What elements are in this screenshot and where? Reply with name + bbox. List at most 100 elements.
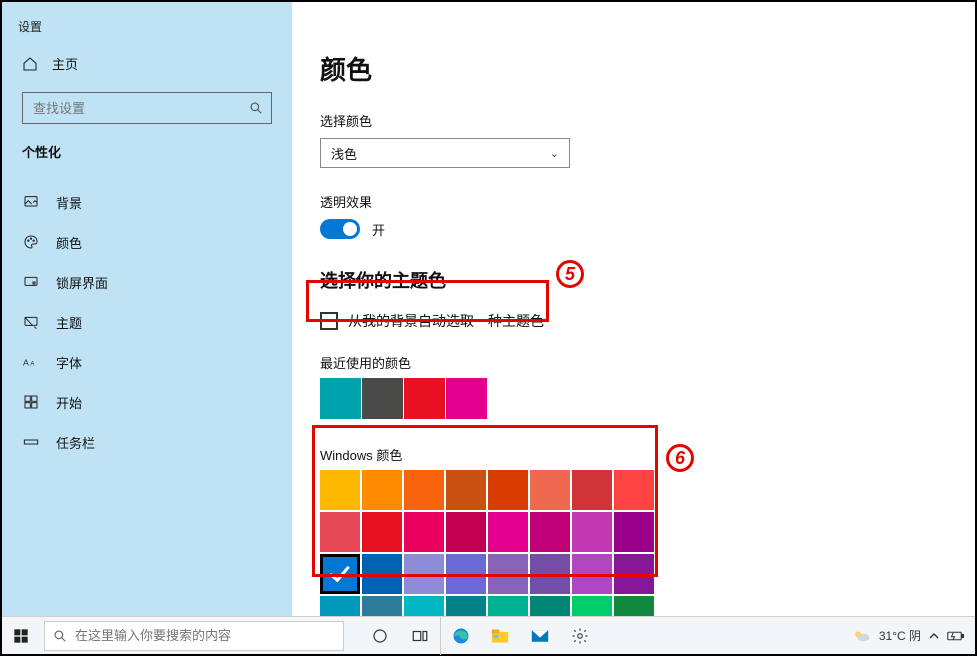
- taskbar-apps: [360, 617, 600, 655]
- accent-heading: 选择你的主题色: [320, 267, 947, 293]
- windows-color-swatch[interactable]: [530, 512, 570, 552]
- sidebar-item-font[interactable]: AA 字体: [2, 342, 292, 382]
- sidebar-item-label: 锁屏界面: [56, 273, 108, 292]
- recent-color-swatch[interactable]: [362, 378, 403, 419]
- windows-color-swatch[interactable]: [530, 470, 570, 510]
- windows-color-swatch[interactable]: [404, 596, 444, 618]
- recent-color-swatch[interactable]: [404, 378, 445, 419]
- windows-color-swatch[interactable]: [320, 596, 360, 618]
- battery-icon[interactable]: [947, 630, 965, 642]
- sidebar-item-lockscreen[interactable]: 锁屏界面: [2, 262, 292, 302]
- system-tray: 31°C 阴: [853, 627, 975, 644]
- start-icon: [22, 393, 40, 411]
- windows-color-swatch[interactable]: [404, 554, 444, 594]
- windows-color-swatch[interactable]: [572, 554, 612, 594]
- windows-color-swatch[interactable]: [320, 554, 360, 594]
- windows-color-swatch[interactable]: [572, 596, 612, 618]
- nav-home[interactable]: 主页: [22, 54, 78, 73]
- recent-colors-row: [320, 378, 947, 419]
- windows-color-swatch[interactable]: [572, 470, 612, 510]
- sidebar-item-background[interactable]: 背景: [2, 182, 292, 222]
- windows-color-swatch[interactable]: [530, 554, 570, 594]
- edge-icon[interactable]: [440, 617, 480, 655]
- windows-color-swatch[interactable]: [572, 512, 612, 552]
- windows-color-swatch[interactable]: [488, 596, 528, 618]
- recent-color-swatch[interactable]: [446, 378, 487, 419]
- sidebar-section-title: 个性化: [22, 142, 61, 161]
- start-button[interactable]: [2, 617, 40, 655]
- sidebar-item-label: 字体: [56, 353, 82, 372]
- settings-sidebar: 设置 主页 个性化 背景 颜色 锁屏界面: [2, 2, 292, 618]
- taskbar-search-input[interactable]: [75, 628, 335, 643]
- sidebar-item-start[interactable]: 开始: [2, 382, 292, 422]
- auto-pick-checkbox-row[interactable]: 从我的背景自动选取一种主题色: [320, 307, 947, 335]
- sidebar-item-color[interactable]: 颜色: [2, 222, 292, 262]
- sidebar-item-theme[interactable]: 主题: [2, 302, 292, 342]
- windows-color-swatch[interactable]: [614, 470, 654, 510]
- sidebar-nav: 背景 颜色 锁屏界面 主题 AA 字体 开始: [2, 182, 292, 462]
- settings-icon[interactable]: [560, 617, 600, 655]
- taskview-button[interactable]: [400, 617, 440, 655]
- windows-color-swatch[interactable]: [362, 512, 402, 552]
- windows-color-swatch[interactable]: [530, 596, 570, 618]
- search-input-wrapper[interactable]: [22, 92, 272, 124]
- sidebar-item-label: 开始: [56, 393, 82, 412]
- tray-chevron-up-icon[interactable]: [929, 631, 939, 641]
- choose-color-value: 浅色: [331, 144, 357, 163]
- transparency-toggle[interactable]: [320, 219, 360, 239]
- chevron-down-icon: ⌄: [550, 147, 559, 160]
- windows-colors-region: [320, 470, 947, 618]
- windows-colors-label: Windows 颜色: [320, 445, 947, 464]
- palette-icon: [22, 233, 40, 251]
- home-icon: [22, 56, 38, 72]
- sidebar-item-label: 主题: [56, 313, 82, 332]
- search-icon: [53, 629, 67, 643]
- weather-text[interactable]: 31°C 阴: [879, 627, 921, 644]
- search-input[interactable]: [23, 101, 241, 116]
- taskbar-icon: [22, 433, 40, 451]
- sidebar-item-label: 任务栏: [56, 433, 95, 452]
- windows-color-swatch[interactable]: [320, 512, 360, 552]
- page-title: 颜色: [320, 50, 947, 87]
- sidebar-item-label: 颜色: [56, 233, 82, 252]
- taskbar-search[interactable]: [44, 621, 344, 651]
- windows-color-swatch[interactable]: [362, 470, 402, 510]
- sidebar-item-taskbar[interactable]: 任务栏: [2, 422, 292, 462]
- mail-icon[interactable]: [520, 617, 560, 655]
- explorer-icon[interactable]: [480, 617, 520, 655]
- windows-color-swatch[interactable]: [404, 470, 444, 510]
- transparency-label: 透明效果: [320, 192, 947, 211]
- choose-color-select[interactable]: 浅色 ⌄: [320, 138, 570, 168]
- weather-icon[interactable]: [853, 629, 871, 643]
- choose-color-label: 选择颜色: [320, 111, 947, 130]
- windows-color-swatch[interactable]: [614, 512, 654, 552]
- windows-color-swatch[interactable]: [320, 470, 360, 510]
- windows-color-swatch[interactable]: [614, 554, 654, 594]
- cortana-button[interactable]: [360, 617, 400, 655]
- transparency-state: 开: [372, 220, 385, 239]
- windows-color-swatch[interactable]: [488, 554, 528, 594]
- windows-color-swatch[interactable]: [614, 596, 654, 618]
- recent-colors-label: 最近使用的颜色: [320, 353, 947, 372]
- windows-color-swatch[interactable]: [446, 554, 486, 594]
- nav-home-label: 主页: [52, 54, 78, 73]
- windows-color-swatch[interactable]: [446, 470, 486, 510]
- windows-color-swatch[interactable]: [362, 596, 402, 618]
- windows-color-swatch[interactable]: [362, 554, 402, 594]
- windows-color-swatch[interactable]: [488, 470, 528, 510]
- main-panel: 颜色 选择颜色 浅色 ⌄ 透明效果 开 选择你的主题色 从我的背景自动选取一种主…: [292, 2, 975, 618]
- font-icon: AA: [22, 353, 40, 371]
- windows-color-swatch[interactable]: [404, 512, 444, 552]
- svg-text:A: A: [23, 357, 29, 367]
- windows-color-swatch[interactable]: [446, 512, 486, 552]
- search-icon: [241, 101, 271, 115]
- windows-color-swatch[interactable]: [488, 512, 528, 552]
- windows-color-swatch[interactable]: [446, 596, 486, 618]
- sidebar-item-label: 背景: [56, 193, 82, 212]
- checkbox-icon: [320, 312, 338, 330]
- theme-icon: [22, 313, 40, 331]
- image-icon: [22, 193, 40, 211]
- app-title: 设置: [18, 18, 42, 35]
- lockscreen-icon: [22, 273, 40, 291]
- recent-color-swatch[interactable]: [320, 378, 361, 419]
